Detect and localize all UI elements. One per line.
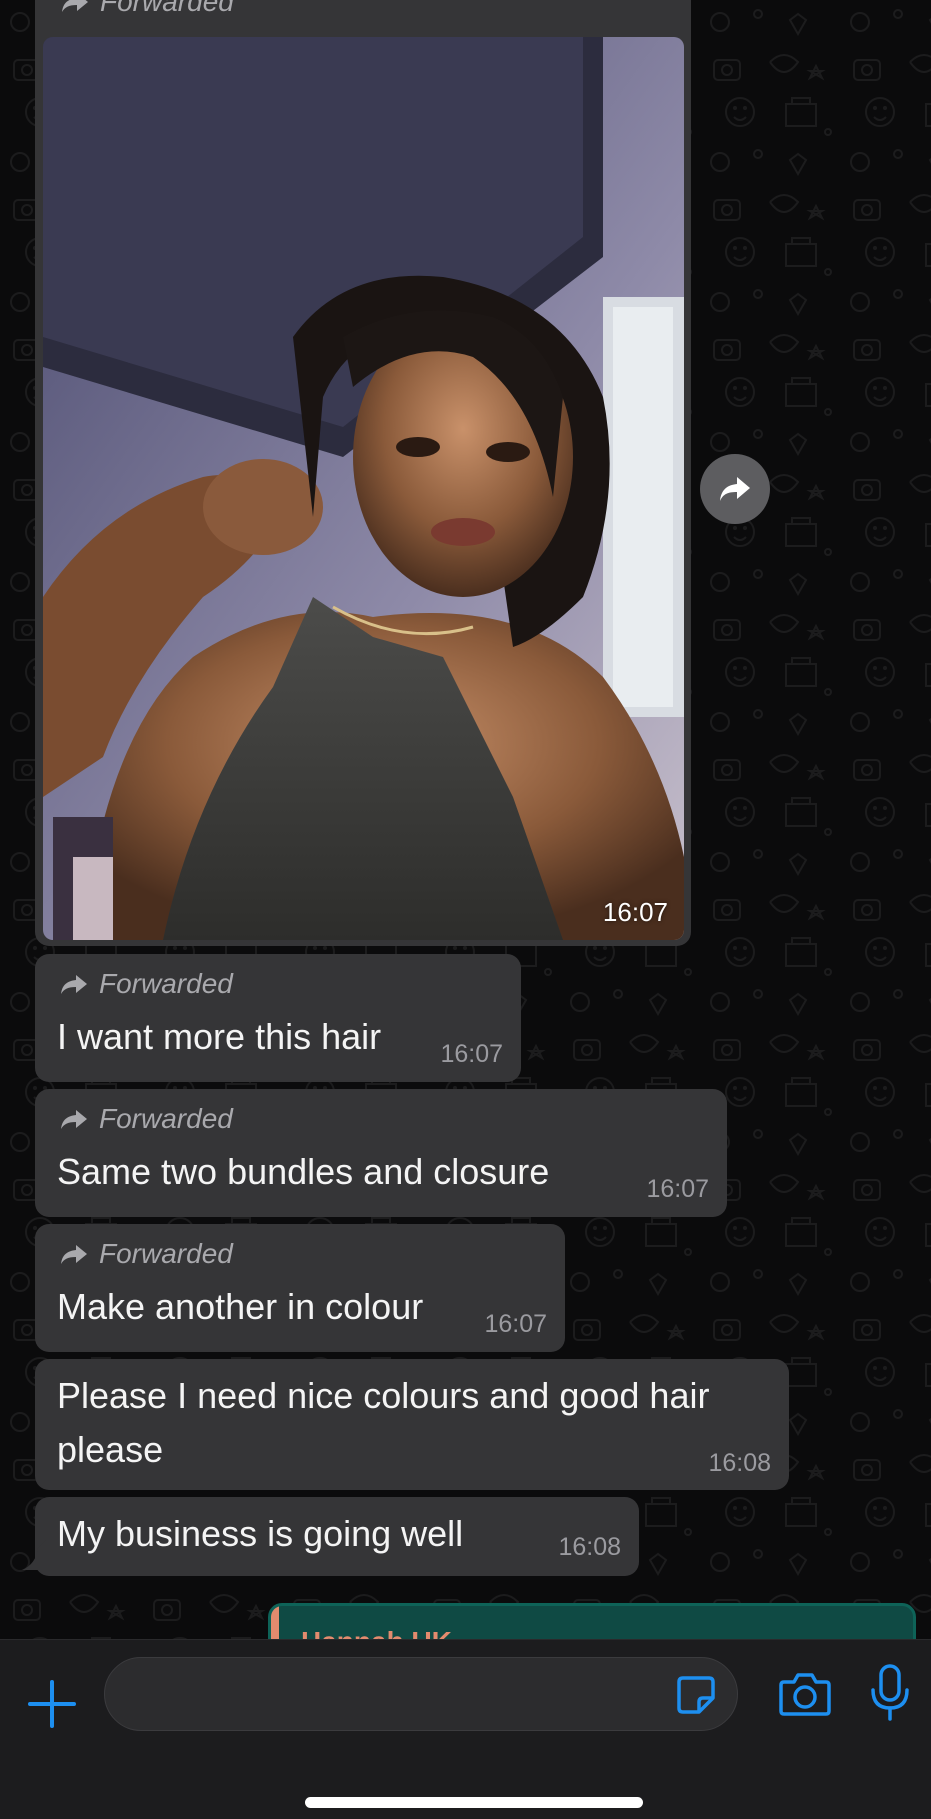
chat-screen: Forwarded 16:07 Forwarded I want more th…	[0, 0, 931, 1819]
photo-image	[43, 37, 684, 940]
message-bubble[interactable]: Forwarded Same two bundles and closure 1…	[35, 1089, 727, 1217]
sticker-icon[interactable]	[675, 1674, 717, 1716]
message-text: My business is going well	[57, 1513, 464, 1554]
message-input-container[interactable]	[104, 1657, 738, 1731]
reply-sender-name: Hannah UK	[301, 1626, 452, 1640]
forwarded-label-partial: Forwarded	[60, 0, 234, 18]
outgoing-reply-bubble-partial[interactable]: Hannah UK	[268, 1603, 916, 1640]
forwarded-label: Forwarded	[59, 1238, 233, 1270]
message-text: Make another in colour	[57, 1286, 424, 1327]
message-timestamp: 16:08	[558, 1533, 621, 1561]
message-bubble[interactable]: Forwarded Make another in colour 16:07	[35, 1224, 565, 1352]
forwarded-label-text: Forwarded	[99, 1103, 233, 1134]
message-bubble[interactable]: Forwarded I want more this hair 16:07	[35, 954, 521, 1082]
forwarded-label-text: Forwarded	[100, 0, 234, 17]
forwarded-label-text: Forwarded	[99, 968, 233, 999]
photo-timestamp: 16:07	[602, 897, 668, 927]
message-timestamp: 16:08	[708, 1449, 771, 1477]
message-bubble[interactable]: My business is going well 16:08	[35, 1497, 639, 1576]
forwarded-label: Forwarded	[59, 1103, 233, 1135]
forward-share-button[interactable]	[700, 454, 770, 524]
forward-arrow-icon	[61, 975, 87, 994]
plus-icon[interactable]	[26, 1678, 78, 1730]
reply-accent-bar	[271, 1606, 279, 1640]
message-text: I want more this hair	[57, 1016, 382, 1057]
forward-arrow-icon	[61, 1110, 87, 1129]
home-indicator[interactable]	[305, 1797, 643, 1808]
camera-icon[interactable]	[778, 1670, 832, 1718]
forwarded-label-text: Forwarded	[99, 1238, 233, 1269]
message-timestamp: 16:07	[440, 1040, 503, 1068]
message-timestamp: 16:07	[646, 1175, 709, 1203]
message-text: Same two bundles and closure	[57, 1151, 550, 1192]
share-forward-icon	[720, 477, 750, 501]
forwarded-label: Forwarded	[59, 968, 233, 1000]
forwarded-photo[interactable]: 16:07	[43, 37, 684, 940]
composer-bar	[0, 1639, 931, 1819]
message-text-line-1: Please I need nice colours and good hair	[57, 1375, 710, 1416]
message-timestamp: 16:07	[484, 1310, 547, 1338]
message-text-line-2: please	[57, 1429, 164, 1470]
microphone-icon[interactable]	[870, 1664, 910, 1722]
message-bubble[interactable]: Please I need nice colours and good hair…	[35, 1359, 789, 1490]
forward-arrow-icon	[61, 1245, 87, 1264]
message-list[interactable]: Forwarded 16:07 Forwarded I want more th…	[0, 0, 931, 1640]
message-input[interactable]	[129, 1670, 653, 1720]
bubble-tail	[22, 1540, 46, 1570]
forward-arrow-icon	[62, 0, 88, 12]
